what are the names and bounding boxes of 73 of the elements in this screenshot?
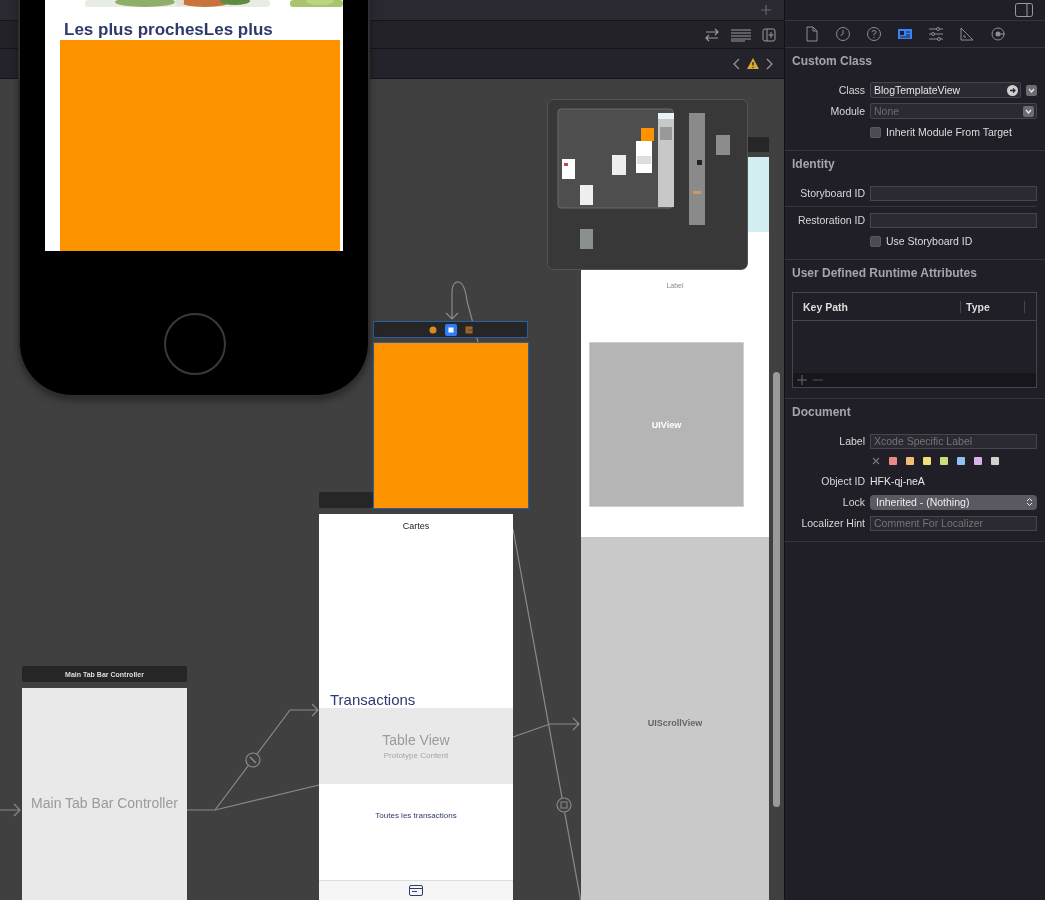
section-title: Transactions	[330, 691, 416, 708]
chevron-left-icon[interactable]	[732, 56, 742, 71]
field-label: Label	[838, 435, 865, 447]
column-header[interactable]: Key Path	[793, 300, 961, 313]
checkbox-label: Inherit Module From Target	[886, 126, 1012, 138]
minimap-drawing[interactable]	[547, 99, 748, 270]
dropdown-button[interactable]	[1023, 105, 1034, 117]
segue-arrow	[512, 717, 580, 738]
warning-icon[interactable]	[746, 57, 760, 70]
add-icon[interactable]	[760, 4, 772, 16]
clear-icon[interactable]	[872, 457, 880, 465]
section-heading: Les plus prochesLes plus	[64, 20, 273, 40]
color-swatch[interactable]	[957, 457, 965, 465]
chevron-right-icon[interactable]	[764, 56, 774, 71]
color-swatch[interactable]	[974, 457, 982, 465]
restoration-id-field[interactable]	[870, 212, 1037, 228]
add-icon[interactable]	[797, 375, 807, 385]
color-swatch[interactable]	[889, 457, 897, 465]
color-swatch[interactable]	[991, 457, 999, 465]
table-view-subtitle: Prototype Content	[383, 751, 449, 760]
object-id: HFK-qj-neA	[870, 475, 925, 487]
link-text[interactable]: Toutes les transactions	[319, 811, 513, 820]
section-title: Custom Class	[792, 54, 874, 68]
scene-label: Main Tab Bar Controller	[31, 795, 178, 811]
add-editor-icon[interactable]	[762, 27, 776, 42]
field-label: Restoration ID	[796, 214, 865, 226]
label-field[interactable]: Xcode Specific Label	[870, 433, 1037, 449]
square-icon[interactable]	[444, 323, 457, 336]
segue-icon[interactable]	[245, 752, 261, 768]
sliders-icon[interactable]	[928, 26, 944, 42]
color-swatch[interactable]	[923, 457, 931, 465]
lines-icon[interactable]	[730, 27, 752, 42]
nav-title: Cartes	[401, 521, 431, 531]
home-button[interactable]	[164, 313, 226, 375]
field-label: Lock	[841, 496, 865, 508]
class-field[interactable]: BlogTemplateView	[870, 82, 1021, 98]
arrow-circle-icon[interactable]	[990, 26, 1006, 42]
column-header[interactable]: Type	[961, 300, 1025, 313]
arrow-circle-icon[interactable]	[1007, 84, 1018, 96]
checkbox-label: Use Storyboard ID	[886, 235, 973, 247]
sidebar-toggle-icon[interactable]	[1015, 3, 1033, 17]
section-title: User Defined Runtime Attributes	[792, 266, 978, 280]
subview: UIView	[589, 342, 744, 507]
segue-arrow	[0, 803, 21, 817]
section-title: Document	[792, 405, 852, 419]
field-label: Storyboard ID	[799, 187, 865, 199]
stepper-icon	[1026, 497, 1033, 507]
swap-arrows-icon[interactable]	[704, 27, 720, 42]
field-label: Object ID	[820, 475, 865, 487]
ruler-icon[interactable]	[959, 26, 975, 42]
dropdown-button[interactable]	[1026, 84, 1037, 96]
lock-popup[interactable]: Inherited - (Nothing)	[870, 494, 1037, 510]
scrollbar[interactable]	[773, 372, 780, 807]
scroll-view: UIScrollView	[581, 537, 769, 900]
field-label: Localizer Hint	[800, 517, 865, 529]
color-swatch[interactable]	[940, 457, 948, 465]
localizer-hint-field[interactable]: Comment For Localizer	[870, 515, 1037, 531]
section-title: Identity	[792, 157, 836, 171]
chevron-down-icon	[1025, 108, 1032, 114]
identity-card-icon[interactable]	[897, 26, 913, 42]
color-swatch[interactable]	[906, 457, 914, 465]
file-icon[interactable]	[804, 26, 820, 42]
field-label: Module	[829, 105, 865, 117]
segue-icon[interactable]	[556, 797, 572, 813]
chevron-down-icon	[1028, 87, 1035, 93]
field-label: Class	[837, 84, 865, 96]
checkbox[interactable]	[870, 126, 881, 138]
help-icon[interactable]	[866, 26, 882, 42]
storyboard-id-field[interactable]	[870, 185, 1037, 201]
table-view-title: Table View	[382, 732, 450, 748]
card-icon[interactable]	[409, 885, 423, 897]
checkbox[interactable]	[870, 235, 881, 247]
clock-icon[interactable]	[835, 26, 851, 42]
